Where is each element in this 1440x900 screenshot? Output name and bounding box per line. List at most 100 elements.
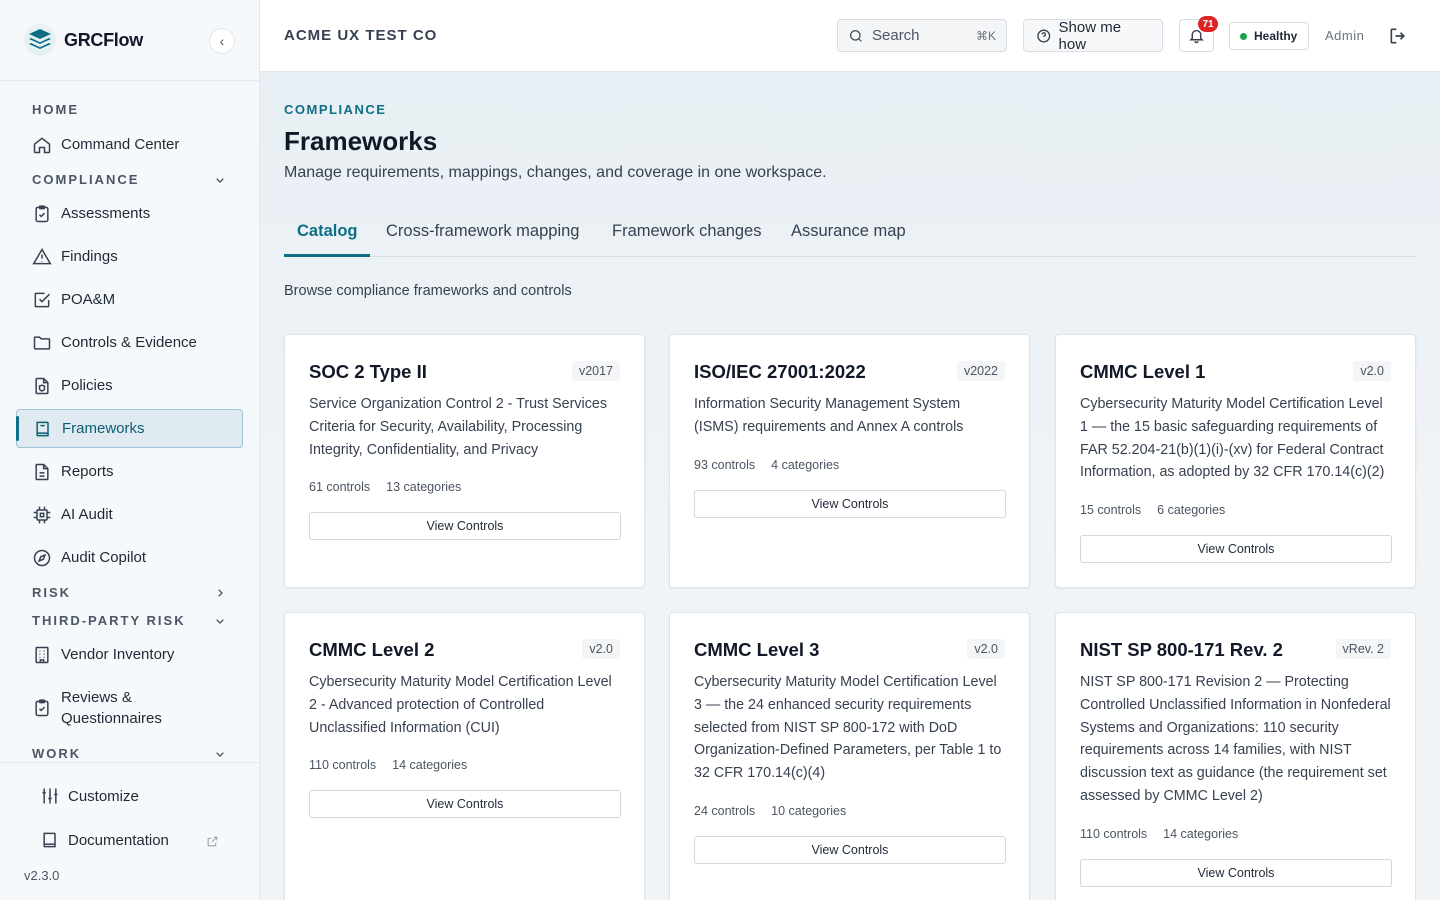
categories-count: 14 categories — [1163, 827, 1239, 841]
sidebar-item-label: Policies — [61, 377, 113, 394]
framework-meta: 24 controls 10 categories — [694, 804, 846, 818]
cpu-icon — [33, 506, 51, 523]
framework-version-badge: v2.0 — [582, 639, 620, 659]
sidebar-item-reviews-questionnaires[interactable]: Reviews & Questionnaires — [16, 682, 243, 734]
tab-assurance-map[interactable]: Assurance map — [791, 222, 906, 241]
framework-version-badge: v2.0 — [967, 639, 1005, 659]
view-controls-button[interactable]: View Controls — [694, 490, 1006, 518]
framework-description: Cybersecurity Maturity Model Certificati… — [694, 674, 1002, 782]
page-title: Frameworks — [284, 126, 438, 156]
framework-meta: 110 controls 14 categories — [309, 758, 467, 772]
clipboard-check-icon — [35, 699, 49, 717]
framework-meta: 61 controls 13 categories — [309, 480, 461, 494]
view-controls-button[interactable]: View Controls — [309, 512, 621, 540]
framework-version-badge: vRev. 2 — [1335, 639, 1391, 659]
chevron-down-icon[interactable] — [212, 613, 228, 629]
tab-catalog[interactable]: Catalog — [297, 222, 358, 241]
help-circle-icon — [1037, 29, 1051, 42]
logout-icon[interactable] — [1388, 26, 1408, 46]
sidebar-item-controls-evidence[interactable]: Controls & Evidence — [16, 323, 243, 362]
building-icon — [35, 646, 49, 663]
sidebar-item-poam[interactable]: POA&M — [16, 280, 243, 319]
framework-title: CMMC Level 2 — [309, 639, 435, 660]
search-input[interactable]: Search ⌘K — [837, 19, 1007, 52]
search-shortcut: ⌘K — [975, 28, 996, 43]
search-placeholder: Search — [872, 27, 920, 44]
health-status-badge[interactable]: Healthy — [1229, 22, 1309, 50]
book-icon — [36, 421, 49, 436]
active-tab-indicator — [284, 254, 370, 257]
health-status-label: Healthy — [1254, 29, 1298, 43]
file-text-icon — [35, 463, 49, 480]
view-controls-button[interactable]: View Controls — [309, 790, 621, 818]
categories-count: 4 categories — [771, 458, 840, 472]
sidebar-item-reports[interactable]: Reports — [16, 452, 243, 491]
view-controls-button[interactable]: View Controls — [1080, 535, 1392, 563]
customize-button[interactable]: Customize — [40, 786, 139, 806]
tab-cross-framework-mapping[interactable]: Cross-framework mapping — [386, 222, 579, 241]
sidebar-item-vendor-inventory[interactable]: Vendor Inventory — [16, 635, 243, 674]
controls-count: 61 controls — [309, 480, 371, 494]
home-icon — [33, 136, 51, 153]
sidebar-item-label: Assessments — [61, 205, 151, 222]
clipboard-check-icon — [35, 204, 49, 222]
categories-count: 13 categories — [386, 480, 462, 494]
section-risk[interactable]: RISK — [32, 585, 71, 600]
documentation-link[interactable]: Documentation — [40, 830, 169, 850]
sidebar-item-findings[interactable]: Findings — [16, 237, 243, 276]
top-bar: ACME UX TEST CO Search ⌘K Show me how 71… — [260, 0, 1440, 72]
sidebar-item-label: Command Center — [61, 136, 180, 153]
framework-title: NIST SP 800-171 Rev. 2 — [1080, 639, 1283, 660]
sidebar: GRCFlow ‹ HOME Command Center COMPLIANCE… — [0, 0, 260, 900]
section-third-party-risk[interactable]: THIRD-PARTY RISK — [32, 613, 186, 628]
folder-icon — [33, 335, 51, 350]
sidebar-item-assessments[interactable]: Assessments — [16, 194, 243, 233]
organization-name: ACME UX TEST CO — [284, 27, 438, 44]
logo-icon — [24, 24, 56, 56]
chevron-down-icon[interactable] — [212, 746, 228, 762]
tab-framework-changes[interactable]: Framework changes — [612, 222, 761, 241]
user-role[interactable]: Admin — [1325, 28, 1364, 43]
file-shield-icon — [35, 377, 49, 394]
customize-label: Customize — [68, 787, 139, 805]
status-dot-icon — [1240, 32, 1247, 40]
framework-description: Cybersecurity Maturity Model Certificati… — [1080, 396, 1385, 481]
sidebar-item-audit-copilot[interactable]: Audit Copilot — [16, 538, 243, 577]
compass-icon — [33, 549, 51, 566]
tab-description: Browse compliance frameworks and control… — [284, 283, 572, 299]
section-work[interactable]: WORK — [32, 746, 81, 761]
sidebar-item-ai-audit[interactable]: AI Audit — [16, 495, 243, 534]
notifications-button[interactable]: 71 — [1179, 16, 1218, 52]
framework-card: SOC 2 Type II v2017 Service Organization… — [284, 334, 645, 588]
chevron-down-icon[interactable] — [212, 172, 228, 188]
controls-count: 15 controls — [1080, 503, 1142, 517]
app-name: GRCFlow — [64, 30, 143, 50]
sidebar-item-frameworks[interactable]: Frameworks — [16, 409, 243, 448]
show-me-how-button[interactable]: Show me how — [1023, 19, 1163, 53]
view-controls-button[interactable]: View Controls — [1080, 859, 1392, 887]
app-version: v2.3.0 — [24, 868, 60, 883]
section-compliance[interactable]: COMPLIANCE — [32, 172, 139, 187]
sidebar-item-policies[interactable]: Policies — [16, 366, 243, 405]
section-home: HOME — [32, 102, 79, 117]
brand-header: GRCFlow ‹ — [0, 0, 259, 81]
sidebar-item-command-center[interactable]: Command Center — [16, 125, 243, 164]
sidebar-item-label: Reports — [61, 463, 114, 480]
tab-bar: Catalog Cross-framework mapping Framewor… — [284, 212, 1416, 257]
view-controls-button[interactable]: View Controls — [694, 836, 1006, 864]
framework-version-badge: v2017 — [571, 361, 620, 381]
sidebar-item-label: Findings — [61, 248, 118, 265]
sidebar-item-label-line2: Questionnaires — [61, 710, 162, 727]
collapse-sidebar-button[interactable]: ‹ — [209, 28, 235, 54]
sidebar-item-label: Vendor Inventory — [61, 646, 175, 663]
framework-description: Information Security Management System (… — [694, 396, 964, 435]
warning-icon — [32, 247, 52, 264]
framework-meta: 110 controls 14 categories — [1080, 827, 1238, 841]
documentation-label: Documentation — [68, 831, 169, 849]
framework-description: Service Organization Control 2 - Trust S… — [309, 396, 607, 458]
sidebar-nav: HOME Command Center COMPLIANCE Assessmen… — [0, 81, 259, 762]
framework-meta: 93 controls 4 categories — [694, 458, 839, 472]
breadcrumb: COMPLIANCE — [284, 102, 387, 117]
framework-title: ISO/IEC 27001:2022 — [694, 361, 866, 382]
chevron-right-icon[interactable] — [212, 585, 228, 601]
